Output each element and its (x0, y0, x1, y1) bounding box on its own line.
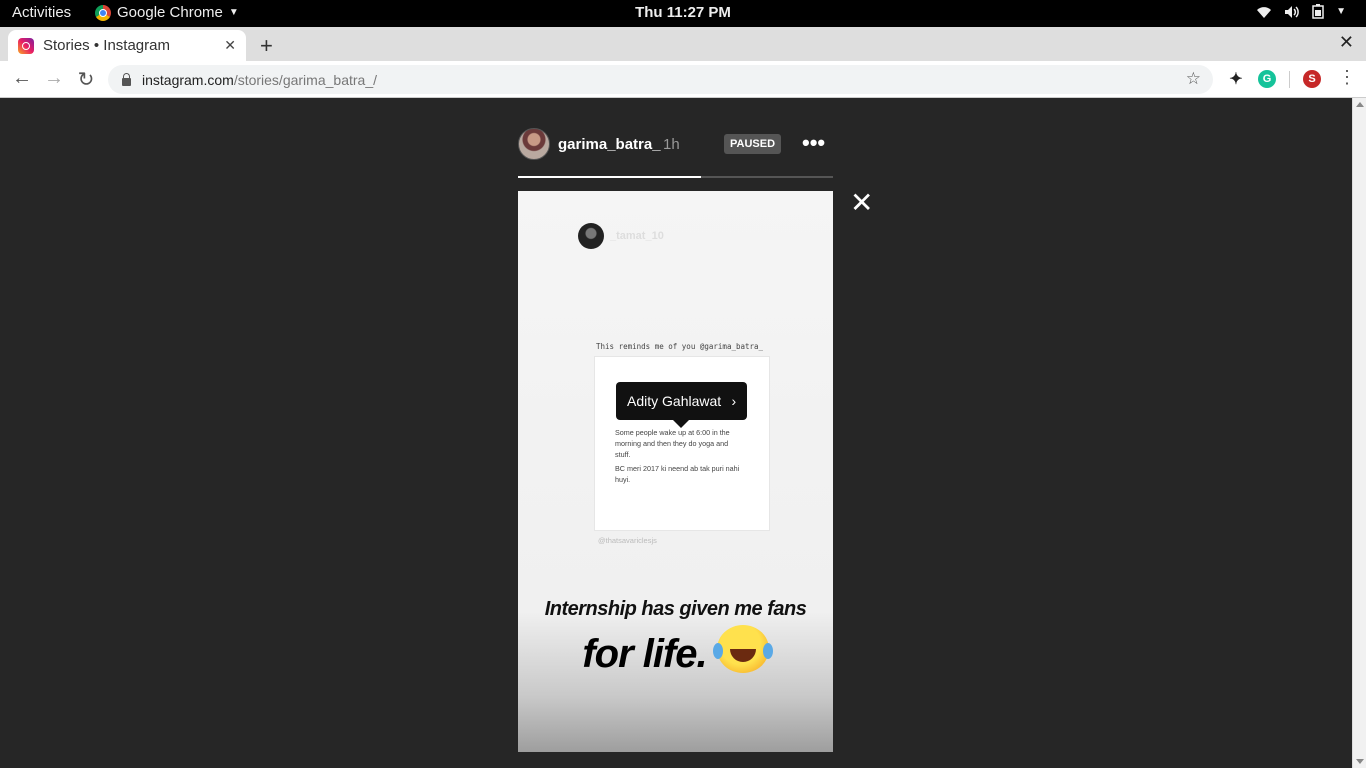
tweet-line: Some people wake up at 6:00 in the morni… (615, 428, 730, 459)
system-top-bar: Activities Google Chrome ▼ Thu 11:27 PM … (0, 0, 1366, 27)
story-text-line1: Internship has given me fans (544, 598, 807, 620)
browser-toolbar: ← → ↻ instagram.com/stories/garima_batra… (0, 61, 1366, 98)
user-tag-popup[interactable]: Adity Gahlawat › (616, 382, 748, 428)
chevron-right-icon: › (731, 393, 737, 409)
profile-avatar[interactable]: S (1303, 70, 1321, 88)
story-text-line2: for life. (518, 625, 833, 677)
system-tray[interactable]: ▼ (1256, 4, 1346, 19)
chrome-icon (95, 4, 111, 21)
volume-icon (1285, 5, 1299, 18)
tab-title: Stories • Instagram (43, 37, 170, 54)
battery-icon (1312, 4, 1324, 19)
tag-label: Adity Gahlawat (627, 393, 722, 409)
extension-icon[interactable]: ✦ (1227, 70, 1245, 88)
reload-button[interactable]: ↻ (74, 67, 98, 92)
window-close-button[interactable]: ✕ (1339, 32, 1354, 53)
inner-username: _tamat_10 (610, 230, 664, 242)
chevron-down-icon: ▼ (228, 7, 239, 18)
tab-close-icon[interactable]: ✕ (224, 37, 236, 54)
tweet-line: BC meri 2017 ki neend ab tak puri nahi h… (615, 464, 740, 484)
story-progress-bar (518, 176, 833, 178)
scrollbar[interactable] (1352, 98, 1366, 768)
close-icon[interactable]: ✕ (850, 189, 873, 217)
story-text-line2-text: for life. (582, 632, 707, 676)
status-badge: PAUSED (724, 134, 782, 154)
clock[interactable]: Thu 11:27 PM (635, 4, 731, 21)
star-icon[interactable]: ☆ (1186, 69, 1201, 89)
app-name: Google Chrome (117, 4, 223, 21)
back-button[interactable]: ← (10, 67, 34, 90)
avatar[interactable] (518, 128, 550, 160)
activities-button[interactable]: Activities (12, 4, 71, 21)
grammarly-icon[interactable]: G (1258, 70, 1276, 88)
inner-avatar (578, 223, 604, 249)
instagram-icon (18, 37, 34, 54)
tab-instagram-stories[interactable]: Stories • Instagram ✕ (8, 30, 246, 61)
url-host: instagram.com (142, 71, 234, 88)
forward-button[interactable]: → (42, 67, 66, 90)
app-menu[interactable]: Google Chrome ▼ (95, 4, 239, 21)
scroll-up-icon[interactable] (1356, 102, 1364, 107)
story-username[interactable]: garima_batra_ (558, 136, 661, 153)
new-tab-button[interactable]: + (260, 33, 273, 59)
chevron-down-icon: ▼ (1336, 6, 1346, 17)
face-with-tears-of-joy-icon (712, 625, 769, 673)
reshared-caption: This reminds me of you @garima_batra_ (596, 342, 764, 351)
address-bar[interactable]: instagram.com/stories/garima_batra_/ ☆ (108, 65, 1213, 94)
story-media[interactable]: _tamat_10 This reminds me of you @garima… (518, 191, 833, 752)
toolbar-divider (1289, 71, 1290, 88)
tab-strip: Stories • Instagram ✕ + ✕ (0, 27, 1366, 61)
more-options-button[interactable]: ••• (802, 130, 825, 156)
story-time: 1h (663, 136, 680, 153)
url-path: /stories/garima_batra_/ (233, 71, 377, 88)
source-handle: @thatsavariclesjs (598, 536, 657, 545)
chrome-menu-button[interactable]: ⋮ (1338, 67, 1356, 88)
story-header: garima_batra_ 1h PAUSED ••• (518, 128, 833, 162)
lock-icon (122, 72, 131, 86)
story-progress-fill (518, 176, 701, 178)
scroll-down-icon[interactable] (1356, 759, 1364, 764)
wifi-icon (1257, 6, 1272, 18)
